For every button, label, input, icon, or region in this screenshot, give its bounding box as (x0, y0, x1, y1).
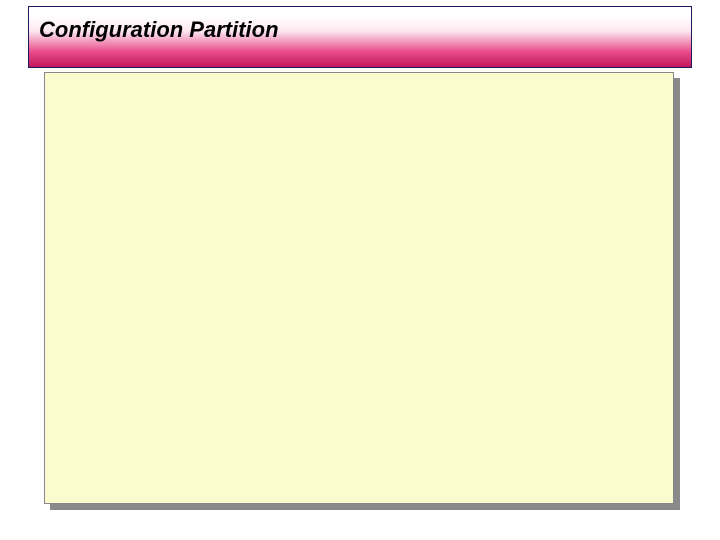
slide-container: Configuration Partition (28, 6, 692, 510)
content-panel (44, 72, 674, 504)
slide-title: Configuration Partition (39, 17, 279, 43)
header-bar: Configuration Partition (28, 6, 692, 68)
